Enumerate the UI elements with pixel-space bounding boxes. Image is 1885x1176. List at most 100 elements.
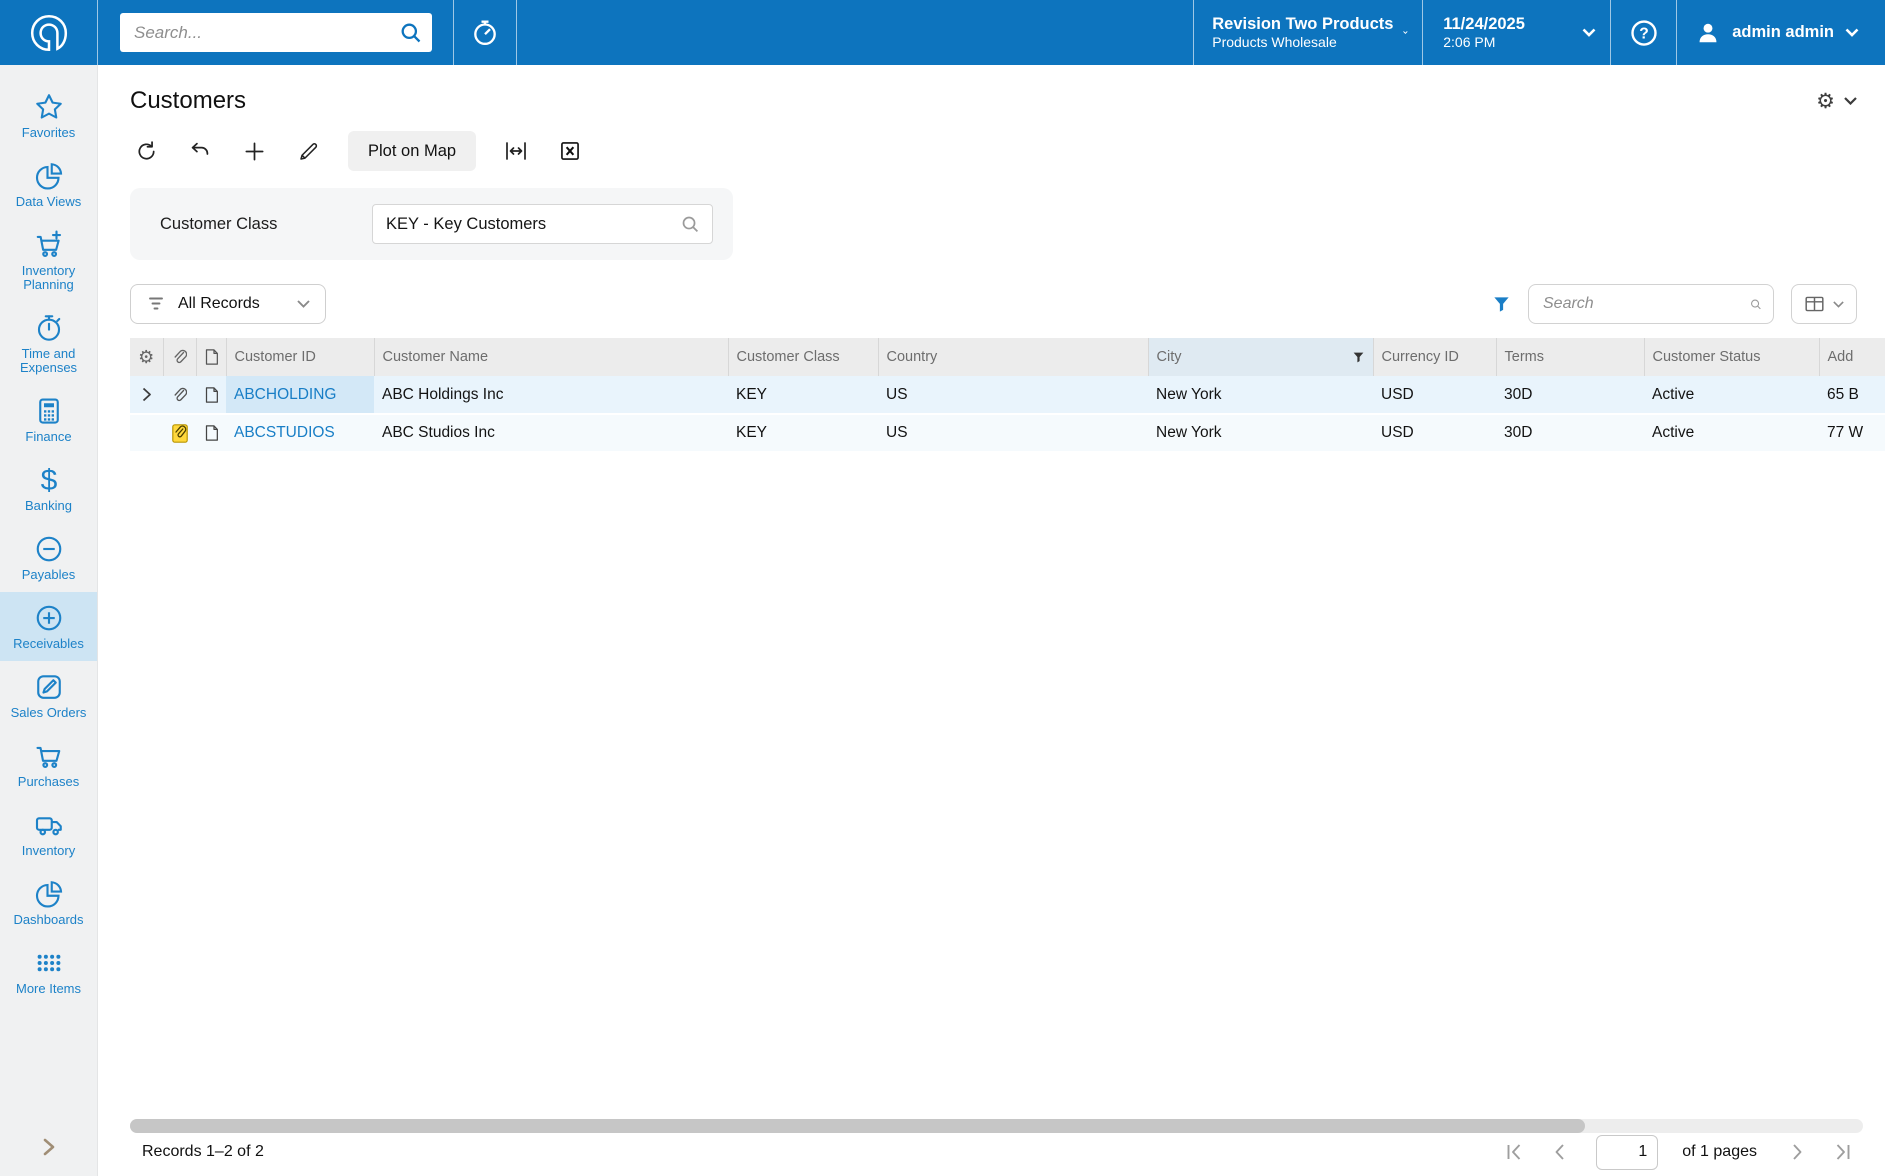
grid-settings-header[interactable]: ⚙ xyxy=(130,338,163,376)
sidebar-item-more-items[interactable]: More Items xyxy=(0,937,97,1006)
dollar-icon: $ xyxy=(34,465,64,495)
customer-id-link[interactable]: ABCSTUDIOS xyxy=(234,424,335,441)
top-bar: Revision Two Products Products Wholesale… xyxy=(0,0,1885,65)
row-attachments-cell[interactable] xyxy=(163,376,196,414)
business-date-selector[interactable]: 11/24/2025 2:06 PM xyxy=(1422,0,1610,65)
edit-record-button[interactable] xyxy=(286,131,330,171)
plot-on-map-button[interactable]: Plot on Map xyxy=(348,131,476,171)
page-number-input[interactable] xyxy=(1596,1135,1658,1170)
plot-on-map-label: Plot on Map xyxy=(368,142,456,161)
first-page-button[interactable] xyxy=(1498,1136,1530,1168)
page-count-label: of 1 pages xyxy=(1682,1143,1757,1161)
column-header-currency-id[interactable]: Currency ID xyxy=(1373,338,1496,376)
column-header-customer-class[interactable]: Customer Class xyxy=(728,338,878,376)
table-row[interactable]: ABCSTUDIOS ABC Studios Inc KEY US New Yo… xyxy=(130,414,1885,452)
sidebar-item-time-and-expenses[interactable]: Time and Expenses xyxy=(0,302,97,385)
refresh-button[interactable] xyxy=(124,131,168,171)
column-header-customer-id[interactable]: Customer ID xyxy=(226,338,374,376)
plus-circle-icon xyxy=(34,603,64,633)
row-notes-cell[interactable] xyxy=(196,414,226,452)
sidebar-item-label: Favorites xyxy=(22,126,75,140)
user-menu[interactable]: admin admin xyxy=(1676,0,1885,65)
sidebar-item-receivables[interactable]: Receivables xyxy=(0,592,97,661)
row-expand-cell[interactable] xyxy=(130,414,163,452)
sidebar-item-dashboards[interactable]: Dashboards xyxy=(0,868,97,937)
page-settings-button[interactable]: ⚙ xyxy=(1816,91,1857,112)
gear-icon: ⚙ xyxy=(138,347,154,368)
notes-column-header[interactable] xyxy=(196,338,226,376)
filter-funnel-icon[interactable] xyxy=(1492,295,1511,314)
business-date-timer-button[interactable] xyxy=(453,0,517,65)
customer-class-field[interactable]: KEY - Key Customers xyxy=(372,204,713,244)
sidebar-item-favorites[interactable]: Favorites xyxy=(0,81,97,150)
paperclip-icon xyxy=(172,348,187,366)
topbar-spacer xyxy=(517,0,1193,65)
sidebar-item-banking[interactable]: $ Banking xyxy=(0,454,97,523)
customer-id-link[interactable]: ABCHOLDING xyxy=(234,386,337,403)
horizontal-scrollbar-thumb[interactable] xyxy=(130,1119,1585,1133)
pagination: of 1 pages xyxy=(1498,1135,1859,1170)
table-row[interactable]: ABCHOLDING ABC Holdings Inc KEY US New Y… xyxy=(130,376,1885,414)
records-filter-dropdown[interactable]: All Records xyxy=(130,284,326,324)
column-header-customer-status[interactable]: Customer Status xyxy=(1644,338,1819,376)
sidebar-item-purchases[interactable]: Purchases xyxy=(0,730,97,799)
sidebar-item-data-views[interactable]: Data Views xyxy=(0,150,97,219)
column-configuration-button[interactable] xyxy=(1791,284,1857,324)
chevron-right-icon xyxy=(39,1136,59,1158)
customer-class-value: KEY - Key Customers xyxy=(386,215,681,234)
search-icon[interactable] xyxy=(400,22,422,44)
sidebar-item-inventory-planning[interactable]: Inventory Planning xyxy=(0,219,97,302)
last-page-icon xyxy=(1833,1142,1853,1162)
star-icon xyxy=(34,92,64,122)
export-to-excel-button[interactable] xyxy=(548,131,592,171)
app-logo[interactable] xyxy=(0,0,98,65)
filter-panel: Customer Class KEY - Key Customers xyxy=(130,188,733,260)
column-filter-icon[interactable] xyxy=(1352,351,1365,364)
row-attachments-cell[interactable] xyxy=(163,414,196,452)
plus-icon xyxy=(243,140,266,163)
sidebar-item-inventory[interactable]: Inventory xyxy=(0,799,97,868)
help-button[interactable]: ? xyxy=(1610,0,1676,65)
column-header-city[interactable]: City xyxy=(1148,338,1373,376)
city-cell: New York xyxy=(1148,414,1373,452)
truck-icon xyxy=(34,810,64,840)
undo-icon xyxy=(189,140,212,163)
fit-width-button[interactable] xyxy=(494,131,538,171)
tenant-selector[interactable]: Revision Two Products Products Wholesale xyxy=(1193,0,1422,65)
records-filter-label: All Records xyxy=(178,295,260,313)
sidebar-expand-button[interactable] xyxy=(0,1124,97,1176)
column-header-customer-name[interactable]: Customer Name xyxy=(374,338,728,376)
global-search-input[interactable] xyxy=(134,23,400,43)
row-expand-cell[interactable] xyxy=(130,376,163,414)
sidebar-nav: Favorites Data Views Inventory Planning … xyxy=(0,65,98,1176)
excel-icon xyxy=(559,140,581,162)
undo-button[interactable] xyxy=(178,131,222,171)
add-record-button[interactable] xyxy=(232,131,276,171)
user-name: admin admin xyxy=(1732,23,1834,42)
chevron-down-icon xyxy=(1403,28,1408,37)
chevron-down-icon xyxy=(1582,28,1596,37)
grid-search-input[interactable] xyxy=(1543,295,1750,313)
lookup-icon[interactable] xyxy=(681,215,700,234)
sidebar-item-label: Finance xyxy=(25,430,71,444)
previous-page-button[interactable] xyxy=(1544,1136,1576,1168)
attachments-column-header[interactable] xyxy=(163,338,196,376)
main-content: Customers ⚙ xyxy=(98,65,1885,1176)
next-page-button[interactable] xyxy=(1781,1136,1813,1168)
customer-status-cell: Active xyxy=(1644,376,1819,414)
last-page-button[interactable] xyxy=(1827,1136,1859,1168)
horizontal-scrollbar-track[interactable] xyxy=(130,1119,1863,1133)
row-notes-cell[interactable] xyxy=(196,376,226,414)
sidebar-item-sales-orders[interactable]: Sales Orders xyxy=(0,661,97,730)
search-icon[interactable] xyxy=(1750,295,1762,314)
svg-text:$: $ xyxy=(40,465,57,495)
column-header-terms[interactable]: Terms xyxy=(1496,338,1644,376)
customers-grid: ⚙ xyxy=(130,338,1885,453)
customer-name-cell: ABC Holdings Inc xyxy=(374,376,728,414)
grid-header-row: ⚙ xyxy=(130,338,1885,376)
sidebar-item-finance[interactable]: Finance xyxy=(0,385,97,454)
sidebar-item-label: Banking xyxy=(25,499,72,513)
column-header-country[interactable]: Country xyxy=(878,338,1148,376)
sidebar-item-payables[interactable]: Payables xyxy=(0,523,97,592)
column-header-address[interactable]: Add xyxy=(1819,338,1885,376)
